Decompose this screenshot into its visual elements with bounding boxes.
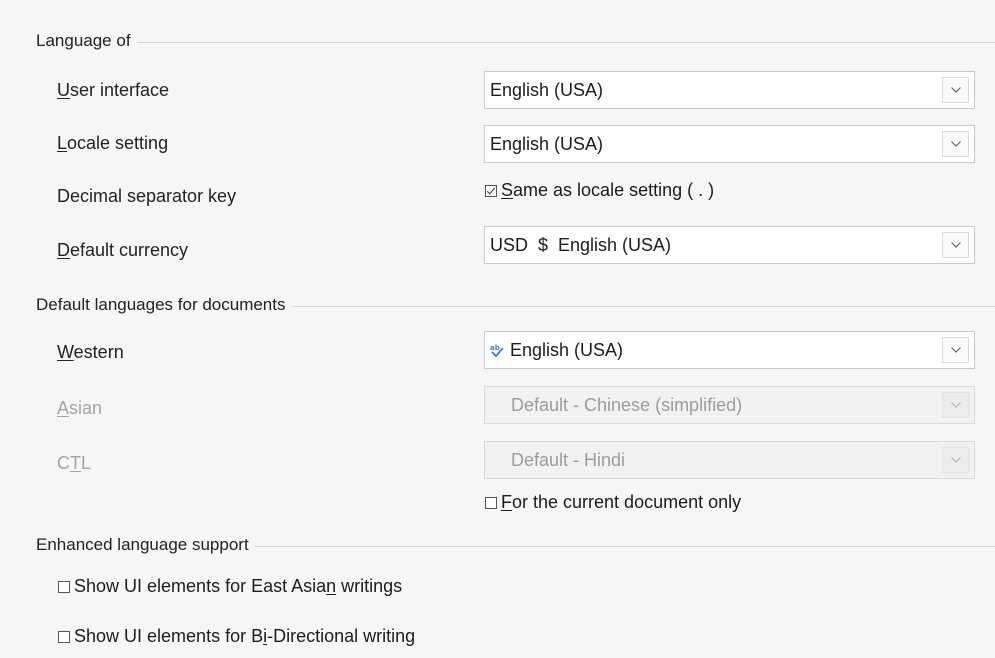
same-as-locale-checkbox[interactable]	[485, 184, 497, 197]
section-rule-language-of	[36, 42, 995, 43]
user-interface-label: User interface	[57, 80, 170, 100]
asian-label: Asian	[57, 398, 103, 418]
default-currency-value: USD $ English (USA)	[490, 234, 672, 255]
chevron-down-icon[interactable]	[942, 77, 969, 103]
language-settings-panel: Language of User interface English (USA)…	[0, 0, 995, 658]
same-as-locale-label: Same as locale setting ( . )	[501, 180, 715, 200]
bidi-checkbox-row[interactable]: Show UI elements for Bi-Directional writ…	[58, 626, 415, 647]
asian-language-dropdown[interactable]: Default - Chinese (simplified)	[484, 386, 975, 424]
section-title-language-of: Language of	[36, 31, 137, 51]
section-title-enhanced: Enhanced language support	[36, 535, 255, 555]
current-document-only-label: For the current document only	[501, 492, 742, 512]
user-interface-dropdown[interactable]: English (USA)	[484, 71, 975, 109]
svg-text:ab: ab	[490, 344, 500, 352]
asian-language-value: Default - Chinese (simplified)	[511, 394, 743, 415]
east-asian-checkbox[interactable]	[58, 580, 70, 593]
default-currency-dropdown[interactable]: USD $ English (USA)	[484, 226, 975, 264]
western-language-dropdown[interactable]: ab English (USA)	[484, 331, 975, 369]
western-language-value: ab English (USA)	[490, 339, 624, 360]
east-asian-label: Show UI elements for East Asian writings	[74, 576, 403, 596]
locale-setting-label: Locale setting	[57, 133, 169, 153]
ctl-language-value: Default - Hindi	[511, 449, 626, 470]
east-asian-checkbox-row[interactable]: Show UI elements for East Asian writings	[58, 576, 402, 597]
chevron-down-icon[interactable]	[942, 392, 969, 418]
current-document-only-checkbox-row[interactable]: For the current document only	[485, 492, 741, 513]
locale-setting-dropdown[interactable]: English (USA)	[484, 125, 975, 163]
default-currency-label: Default currency	[57, 240, 189, 260]
ctl-label: CTL	[57, 453, 92, 473]
user-interface-value: English (USA)	[490, 79, 604, 100]
spellcheck-icon: ab	[490, 344, 504, 357]
western-label: Western	[57, 342, 124, 362]
chevron-down-icon[interactable]	[942, 447, 969, 473]
chevron-down-icon[interactable]	[942, 337, 969, 363]
ctl-language-dropdown[interactable]: Default - Hindi	[484, 441, 975, 479]
chevron-down-icon[interactable]	[942, 131, 969, 157]
same-as-locale-checkbox-row[interactable]: Same as locale setting ( . )	[485, 180, 714, 201]
chevron-down-icon[interactable]	[942, 232, 969, 258]
current-document-only-checkbox[interactable]	[485, 496, 497, 509]
locale-setting-value: English (USA)	[490, 133, 604, 154]
section-title-default-languages: Default languages for documents	[36, 295, 292, 315]
decimal-separator-label: Decimal separator key	[57, 186, 237, 206]
bidi-checkbox[interactable]	[58, 630, 70, 643]
bidi-label: Show UI elements for Bi-Directional writ…	[74, 626, 416, 646]
